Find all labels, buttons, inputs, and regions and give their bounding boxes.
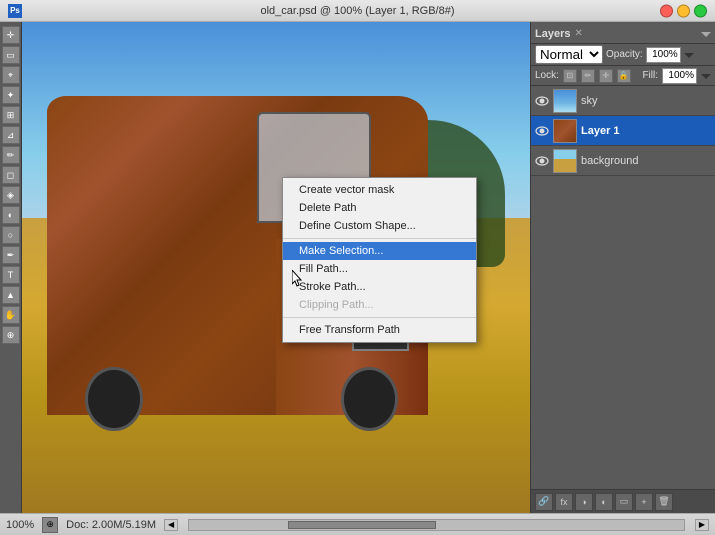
menu-item-make-selection[interactable]: Make Selection... [283,242,476,260]
layer-group-button[interactable]: ▭ [615,493,633,511]
blend-mode-select[interactable]: Normal Multiply Screen Overlay [535,45,603,64]
layer-delete-button[interactable]: 🗑 [655,493,673,511]
layer-row-layer1[interactable]: Layer 1 [531,116,715,146]
layer-new-button[interactable]: + [635,493,653,511]
statusbar: 100% ⊕ Doc: 2.00M/5.19M ◀ ▶ [0,513,715,535]
app-icon: Ps [8,4,22,18]
opacity-input[interactable] [646,47,681,63]
layers-header: Layers ✕ [531,24,715,44]
menu-item-free-transform-path[interactable]: Free Transform Path [283,321,476,339]
tool-hand[interactable]: ✋ [2,306,20,324]
tool-crop[interactable]: ⊞ [2,106,20,124]
layers-controls: Normal Multiply Screen Overlay Opacity: [531,44,715,66]
tool-move[interactable]: ✛ [2,26,20,44]
layer-name-sky: sky [581,95,711,107]
menu-separator-6 [283,317,476,318]
tool-type[interactable]: T [2,266,20,284]
layer-name-layer1: Layer 1 [581,125,711,137]
layers-close-icon[interactable]: ✕ [574,28,582,39]
tool-dodge[interactable]: ○ [2,226,20,244]
tool-eraser[interactable]: ◻ [2,166,20,184]
menu-item-define-custom-shape[interactable]: Define Custom Shape... [283,217,476,235]
menu-separator-2 [283,238,476,239]
workspace: ✛ ▭ ⌖ ✦ ⊞ ⊿ ✏ ◻ ◈ ◐ ○ ✒ T ▲ ✋ ⊕ [0,22,715,513]
layer-row-background[interactable]: background [531,146,715,176]
lock-move-icon[interactable]: ✛ [599,69,613,83]
layer-visibility-background[interactable] [535,154,549,168]
tool-magic-wand[interactable]: ✦ [2,86,20,104]
layer-thumbnail-background [553,149,577,173]
tool-brush[interactable]: ✏ [2,146,20,164]
tool-zoom[interactable]: ⊕ [2,326,20,344]
layer-thumbnail-sky [553,89,577,113]
layers-menu-icon[interactable] [701,29,711,39]
opacity-arrow-icon [684,50,694,60]
context-menu: Create vector maskDelete PathDefine Cust… [282,177,477,343]
tool-paint-bucket[interactable]: ◈ [2,186,20,204]
layers-panel: Layers ✕ Normal Multiply Screen Overlay … [531,24,715,513]
menu-item-delete-path[interactable]: Delete Path [283,199,476,217]
lock-label: Lock: [535,70,559,81]
layer-adjust-button[interactable]: ◐ [595,493,613,511]
layer-fx-button[interactable]: fx [555,493,573,511]
layers-bottom-toolbar: 🔗 fx ◑ ◐ ▭ + 🗑 [531,489,715,513]
fill-arrow-icon [701,71,711,81]
layer-visibility-sky[interactable] [535,94,549,108]
menu-item-fill-path[interactable]: Fill Path... [283,260,476,278]
layers-lock-row: Lock: ⊡ ✏ ✛ 🔒 Fill: [531,66,715,86]
status-icon-left[interactable]: ⊕ [42,517,58,533]
tool-eyedropper[interactable]: ⊿ [2,126,20,144]
fill-input[interactable] [662,68,697,84]
scroll-thumb[interactable] [288,521,436,529]
minimize-button[interactable] [677,4,690,17]
fill-label: Fill: [642,70,658,81]
tool-blur[interactable]: ◐ [2,206,20,224]
tool-select[interactable]: ▭ [2,46,20,64]
lock-paint-icon[interactable]: ✏ [581,69,595,83]
layer-row-sky[interactable]: sky [531,86,715,116]
tool-pen[interactable]: ✒ [2,246,20,264]
scroll-left-arrow[interactable]: ◀ [164,519,178,531]
tool-shape[interactable]: ▲ [2,286,20,304]
layer-link-button[interactable]: 🔗 [535,493,553,511]
window-controls [660,4,707,17]
lock-transparent-icon[interactable]: ⊡ [563,69,577,83]
left-toolbar: ✛ ▭ ⌖ ✦ ⊞ ⊿ ✏ ◻ ◈ ◐ ○ ✒ T ▲ ✋ ⊕ [0,22,22,513]
maximize-button[interactable] [694,4,707,17]
window-title: old_car.psd @ 100% (Layer 1, RGB/8#) [261,5,455,17]
menu-item-create-vector-mask[interactable]: Create vector mask [283,181,476,199]
zoom-level: 100% [6,519,34,531]
truck-wheel-front [341,367,398,431]
lock-all-icon[interactable]: 🔒 [617,69,631,83]
tool-lasso[interactable]: ⌖ [2,66,20,84]
layer-visibility-layer1[interactable] [535,124,549,138]
layers-list: sky Layer 1 background [531,86,715,489]
right-panel: Layers ✕ Normal Multiply Screen Overlay … [530,22,715,513]
scroll-right-arrow[interactable]: ▶ [695,519,709,531]
menu-item-stroke-path[interactable]: Stroke Path... [283,278,476,296]
close-button[interactable] [660,4,673,17]
horizontal-scrollbar[interactable] [188,519,685,531]
layer-name-background: background [581,155,711,167]
menu-item-clipping-path: Clipping Path... [283,296,476,314]
layer-mask-button[interactable]: ◑ [575,493,593,511]
titlebar: Ps old_car.psd @ 100% (Layer 1, RGB/8#) [0,0,715,22]
layer-thumbnail-layer1 [553,119,577,143]
truck-wheel-rear [85,367,142,431]
opacity-label: Opacity: [606,49,643,60]
layers-panel-title: Layers [535,28,570,40]
doc-info: Doc: 2.00M/5.19M [66,519,156,531]
canvas-area[interactable]: Create vector maskDelete PathDefine Cust… [22,22,530,513]
